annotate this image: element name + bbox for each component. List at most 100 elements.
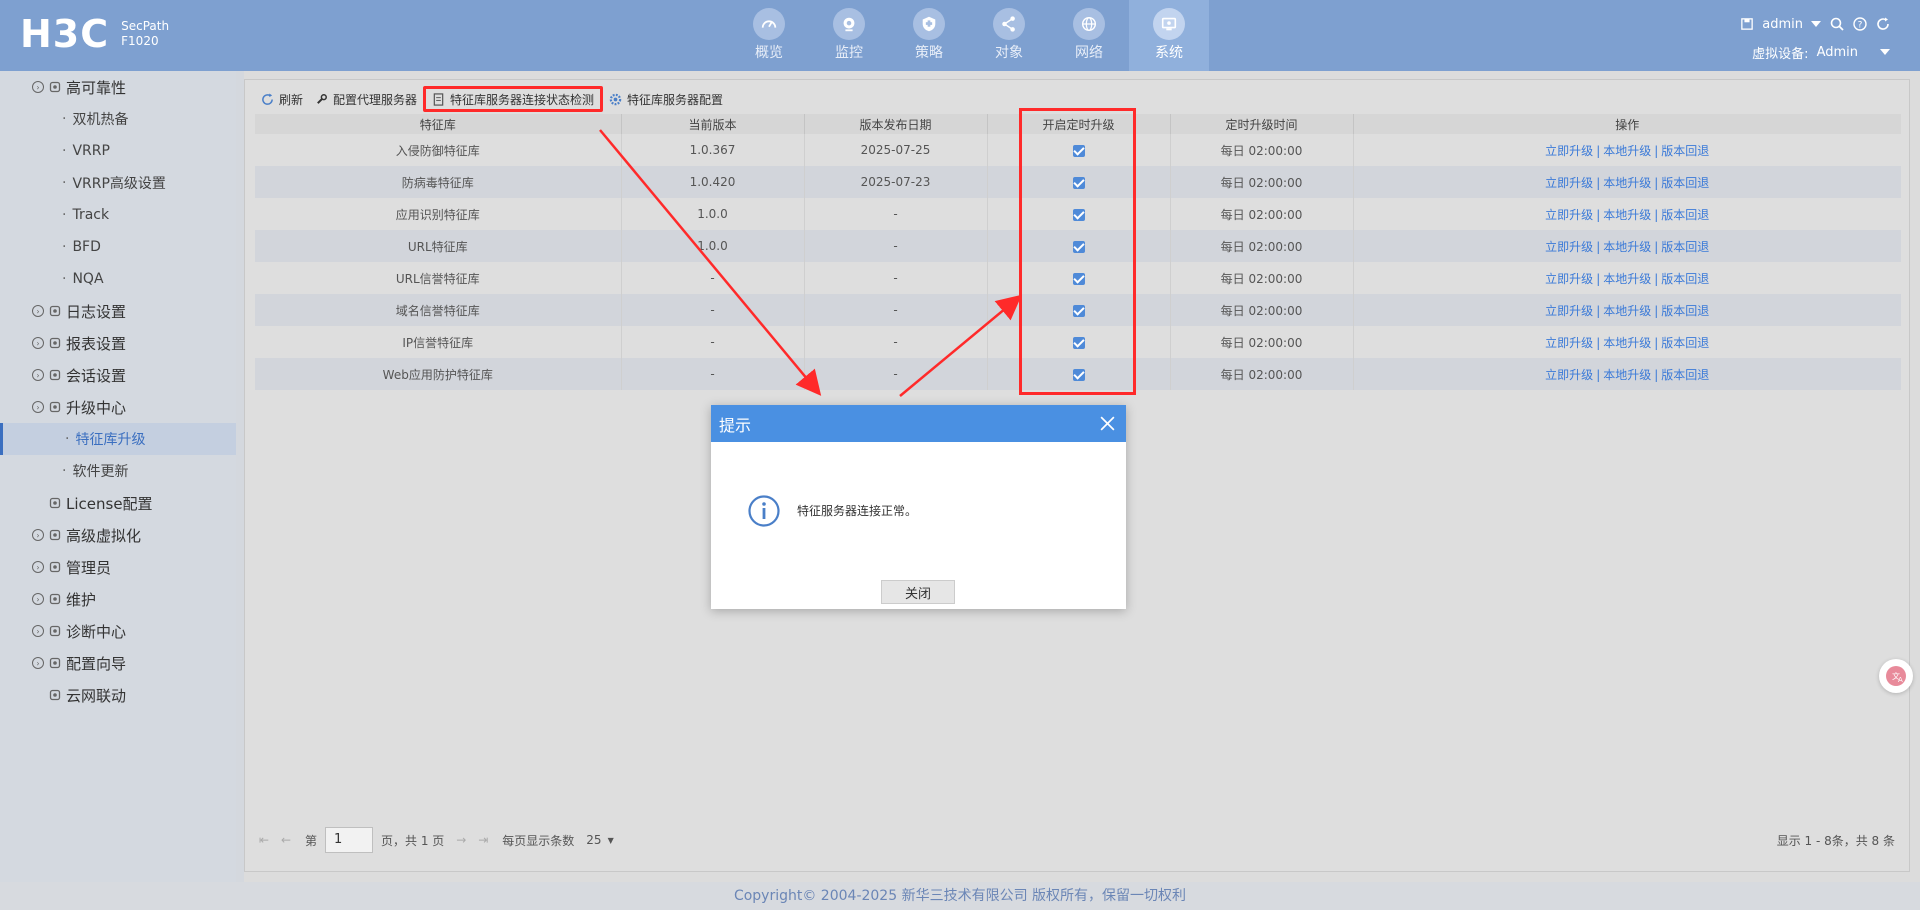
close-button[interactable]: 关闭 — [881, 580, 955, 604]
rollback-link[interactable]: 版本回退 — [1661, 240, 1709, 254]
cell-time: 每日 02:00:00 — [1170, 134, 1354, 166]
expand-toggle-icon[interactable]: › — [32, 369, 44, 381]
col-header[interactable]: 定时升级时间 — [1170, 114, 1354, 134]
sidebar-item[interactable]: › 会话设置 — [0, 359, 236, 391]
sidebar-item-label: 双机热备 — [72, 112, 129, 128]
refresh-button[interactable]: 刷新 — [255, 86, 309, 112]
expand-toggle-icon[interactable]: › — [32, 529, 44, 541]
server-config-button[interactable]: 特征库服务器配置 — [603, 86, 729, 112]
upgrade-now-link[interactable]: 立即升级 — [1545, 208, 1593, 222]
local-upgrade-link[interactable]: 本地升级 — [1603, 176, 1651, 190]
local-upgrade-link[interactable]: 本地升级 — [1603, 208, 1651, 222]
nav-monitor[interactable]: 监控 — [809, 0, 889, 71]
upgrade-now-link[interactable]: 立即升级 — [1545, 240, 1593, 254]
connection-check-button[interactable]: 特征库服务器连接状态检测 — [423, 86, 604, 112]
schedule-checkbox[interactable] — [1072, 304, 1085, 317]
sidebar-item[interactable]: Track — [0, 199, 236, 231]
chevron-down-icon[interactable] — [1880, 49, 1890, 55]
sidebar-item[interactable]: 特征库升级 — [0, 423, 236, 455]
expand-toggle-icon[interactable]: › — [32, 593, 44, 605]
last-page-icon[interactable]: ⇥ — [474, 831, 492, 849]
help-icon[interactable]: ? — [1852, 17, 1867, 32]
sidebar-item[interactable]: › 管理员 — [0, 551, 236, 583]
col-header[interactable]: 操作 — [1353, 114, 1901, 134]
rollback-link[interactable]: 版本回退 — [1661, 336, 1709, 350]
virtual-device-select[interactable]: Admin — [1817, 45, 1858, 60]
sidebar-item[interactable]: ›云网联动 — [0, 679, 236, 711]
rollback-link[interactable]: 版本回退 — [1661, 176, 1709, 190]
local-upgrade-link[interactable]: 本地升级 — [1603, 368, 1651, 382]
nav-overview[interactable]: 概览 — [729, 0, 809, 71]
schedule-checkbox[interactable] — [1072, 144, 1085, 157]
first-page-icon[interactable]: ⇤ — [255, 831, 273, 849]
refresh-icon[interactable] — [1875, 17, 1890, 32]
sidebar-item[interactable]: VRRP高级设置 — [0, 167, 236, 199]
upgrade-now-link[interactable]: 立即升级 — [1545, 304, 1593, 318]
schedule-checkbox[interactable] — [1072, 368, 1085, 381]
sidebar-item[interactable]: › 高级虚拟化 — [0, 519, 236, 551]
sidebar-item[interactable]: › 高可靠性 — [0, 71, 236, 103]
proxy-config-button[interactable]: 配置代理服务器 — [309, 86, 423, 112]
local-upgrade-link[interactable]: 本地升级 — [1603, 240, 1651, 254]
upgrade-now-link[interactable]: 立即升级 — [1545, 144, 1593, 158]
schedule-checkbox[interactable] — [1072, 208, 1085, 221]
rollback-link[interactable]: 版本回退 — [1661, 272, 1709, 286]
schedule-checkbox[interactable] — [1072, 176, 1085, 189]
save-icon[interactable] — [1739, 17, 1754, 32]
nav-network[interactable]: 网络 — [1049, 0, 1129, 71]
sidebar-item[interactable]: › 升级中心 — [0, 391, 236, 423]
expand-toggle-icon[interactable]: › — [32, 81, 44, 93]
sidebar-splitter[interactable] — [236, 71, 244, 882]
expand-toggle-icon[interactable]: › — [32, 657, 44, 669]
sidebar-item[interactable]: VRRP — [0, 135, 236, 167]
expand-toggle-icon[interactable]: › — [32, 305, 44, 317]
schedule-checkbox[interactable] — [1072, 336, 1085, 349]
local-upgrade-link[interactable]: 本地升级 — [1603, 336, 1651, 350]
sidebar-item[interactable]: › 维护 — [0, 583, 236, 615]
nav-system[interactable]: 系统 — [1129, 0, 1209, 71]
local-upgrade-link[interactable]: 本地升级 — [1603, 272, 1651, 286]
upgrade-now-link[interactable]: 立即升级 — [1545, 336, 1593, 350]
col-header[interactable]: 开启定时升级 — [987, 114, 1171, 134]
prev-page-icon[interactable]: ← — [277, 831, 295, 849]
sidebar-item[interactable]: 双机热备 — [0, 103, 236, 135]
expand-toggle-icon[interactable]: › — [32, 561, 44, 573]
chevron-down-icon[interactable]: ▼ — [608, 836, 614, 845]
col-header[interactable]: 当前版本 — [621, 114, 805, 134]
upgrade-now-link[interactable]: 立即升级 — [1545, 368, 1593, 382]
sidebar-item[interactable]: ›License配置 — [0, 487, 236, 519]
rollback-link[interactable]: 版本回退 — [1661, 144, 1709, 158]
nav-object[interactable]: 对象 — [969, 0, 1049, 71]
expand-toggle-icon[interactable]: › — [32, 625, 44, 637]
page-input[interactable]: 1 — [325, 827, 374, 853]
upgrade-now-link[interactable]: 立即升级 — [1545, 176, 1593, 190]
table-header: 特征库 当前版本 版本发布日期 开启定时升级 定时升级时间 操作 — [255, 114, 1901, 134]
nav-policy[interactable]: 策略 — [889, 0, 969, 71]
schedule-checkbox[interactable] — [1072, 272, 1085, 285]
translate-floating-button[interactable]: 文A — [1879, 659, 1913, 693]
rollback-link[interactable]: 版本回退 — [1661, 304, 1709, 318]
sidebar-item[interactable]: › 日志设置 — [0, 295, 236, 327]
expand-toggle-icon[interactable]: › — [32, 337, 44, 349]
sidebar-item[interactable]: › 报表设置 — [0, 327, 236, 359]
upgrade-now-link[interactable]: 立即升级 — [1545, 272, 1593, 286]
sidebar-item[interactable]: › 配置向导 — [0, 647, 236, 679]
col-header[interactable]: 版本发布日期 — [804, 114, 988, 134]
col-header[interactable]: 特征库 — [255, 114, 622, 134]
expand-toggle-icon[interactable]: › — [32, 401, 44, 413]
next-page-icon[interactable]: → — [452, 831, 470, 849]
close-icon[interactable] — [1099, 415, 1116, 432]
per-page-select[interactable]: 25 — [586, 833, 601, 847]
search-icon[interactable] — [1829, 17, 1844, 32]
local-upgrade-link[interactable]: 本地升级 — [1603, 144, 1651, 158]
local-upgrade-link[interactable]: 本地升级 — [1603, 304, 1651, 318]
sidebar-item[interactable]: › 诊断中心 — [0, 615, 236, 647]
rollback-link[interactable]: 版本回退 — [1661, 208, 1709, 222]
sidebar-item[interactable]: BFD — [0, 231, 236, 263]
user-name[interactable]: admin — [1762, 17, 1803, 32]
schedule-checkbox[interactable] — [1072, 240, 1085, 253]
sidebar-item[interactable]: 软件更新 — [0, 455, 236, 487]
sidebar-item[interactable]: NQA — [0, 263, 236, 295]
rollback-link[interactable]: 版本回退 — [1661, 368, 1709, 382]
chevron-down-icon[interactable] — [1811, 21, 1821, 27]
